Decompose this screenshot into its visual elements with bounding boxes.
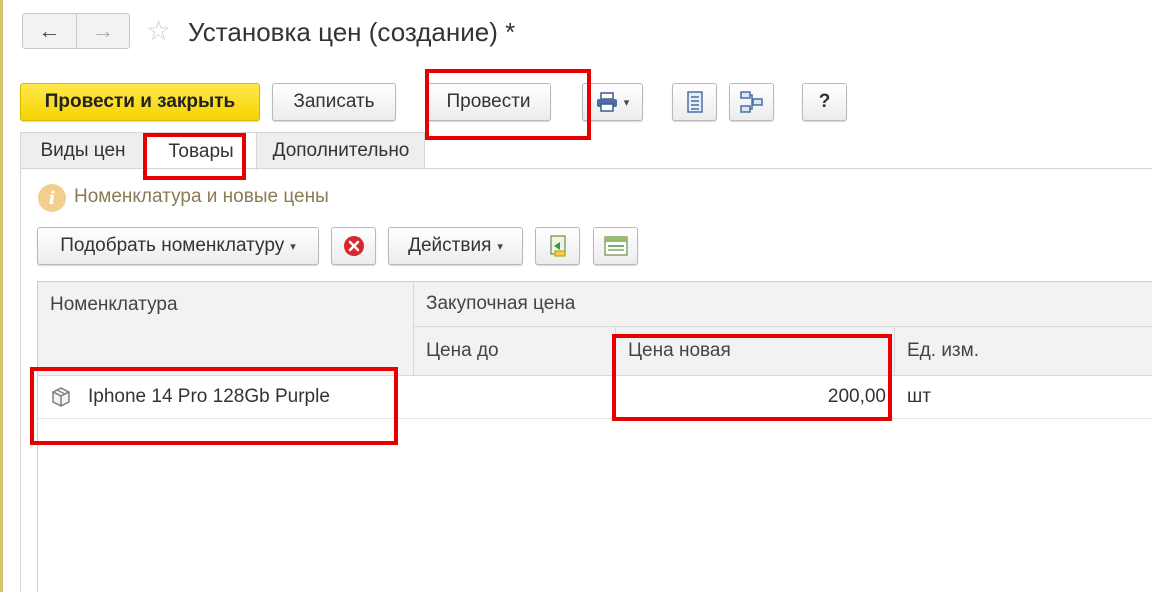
save-button[interactable]: Записать <box>272 83 396 121</box>
column-header-item[interactable]: Номенклатура <box>38 282 413 375</box>
printer-icon <box>596 92 617 112</box>
arrow-right-icon: → <box>92 18 114 43</box>
column-header-price-before[interactable]: Цена до <box>414 327 615 375</box>
print-dropdown-button[interactable]: ▾ <box>582 83 643 121</box>
column-divider <box>413 282 414 375</box>
window-title: Установка цен (создание) * <box>188 17 516 47</box>
structure-button[interactable] <box>729 83 774 121</box>
list-view-button[interactable] <box>672 83 717 121</box>
hierarchy-icon <box>739 91 763 113</box>
header-divider <box>414 326 1152 327</box>
table-icon <box>603 236 628 256</box>
tab-price-types[interactable]: Виды цен <box>21 133 145 169</box>
actions-label: Действия <box>408 235 492 256</box>
info-text: Номенклатура и новые цены <box>74 186 329 207</box>
favorite-star-icon[interactable]: ☆ <box>146 16 171 46</box>
help-button[interactable]: ? <box>802 83 847 121</box>
fill-button[interactable] <box>535 227 580 265</box>
chevron-down-icon: ▾ <box>623 96 630 109</box>
post-and-close-button[interactable]: Провести и закрыть <box>20 83 260 121</box>
delete-icon <box>343 236 364 256</box>
info-icon: i <box>38 184 66 212</box>
tab-additional[interactable]: Дополнительно <box>257 133 425 169</box>
unit-cell[interactable]: шт <box>907 376 931 418</box>
actions-dropdown-button[interactable]: Действия ▾ <box>388 227 523 265</box>
column-divider <box>894 327 895 375</box>
window-left-edge <box>0 0 3 592</box>
column-header-purchase-price[interactable]: Закупочная цена <box>414 282 1152 326</box>
highlight-post-button <box>425 69 591 140</box>
arrow-left-icon: ← <box>38 18 61 43</box>
highlight-goods-tab <box>143 133 246 180</box>
pick-items-button[interactable]: Подобрать номенклатуру ▾ <box>37 227 319 265</box>
price-before-cell[interactable] <box>414 376 615 418</box>
highlight-item-cell <box>30 367 398 445</box>
pick-items-label: Подобрать номенклатуру <box>60 235 285 256</box>
forward-button[interactable]: → <box>76 14 129 48</box>
column-header-unit[interactable]: Ед. изм. <box>895 327 1152 375</box>
document-list-icon <box>686 91 703 113</box>
fill-down-icon <box>549 235 566 257</box>
back-button[interactable]: ← <box>23 14 76 48</box>
navigation-group: ← → <box>22 13 130 49</box>
highlight-new-price <box>612 334 892 421</box>
content-border <box>20 168 21 592</box>
table-settings-button[interactable] <box>593 227 638 265</box>
delete-row-button[interactable] <box>331 227 376 265</box>
chevron-down-icon: ▾ <box>290 240 296 253</box>
chevron-down-icon: ▾ <box>497 240 503 253</box>
